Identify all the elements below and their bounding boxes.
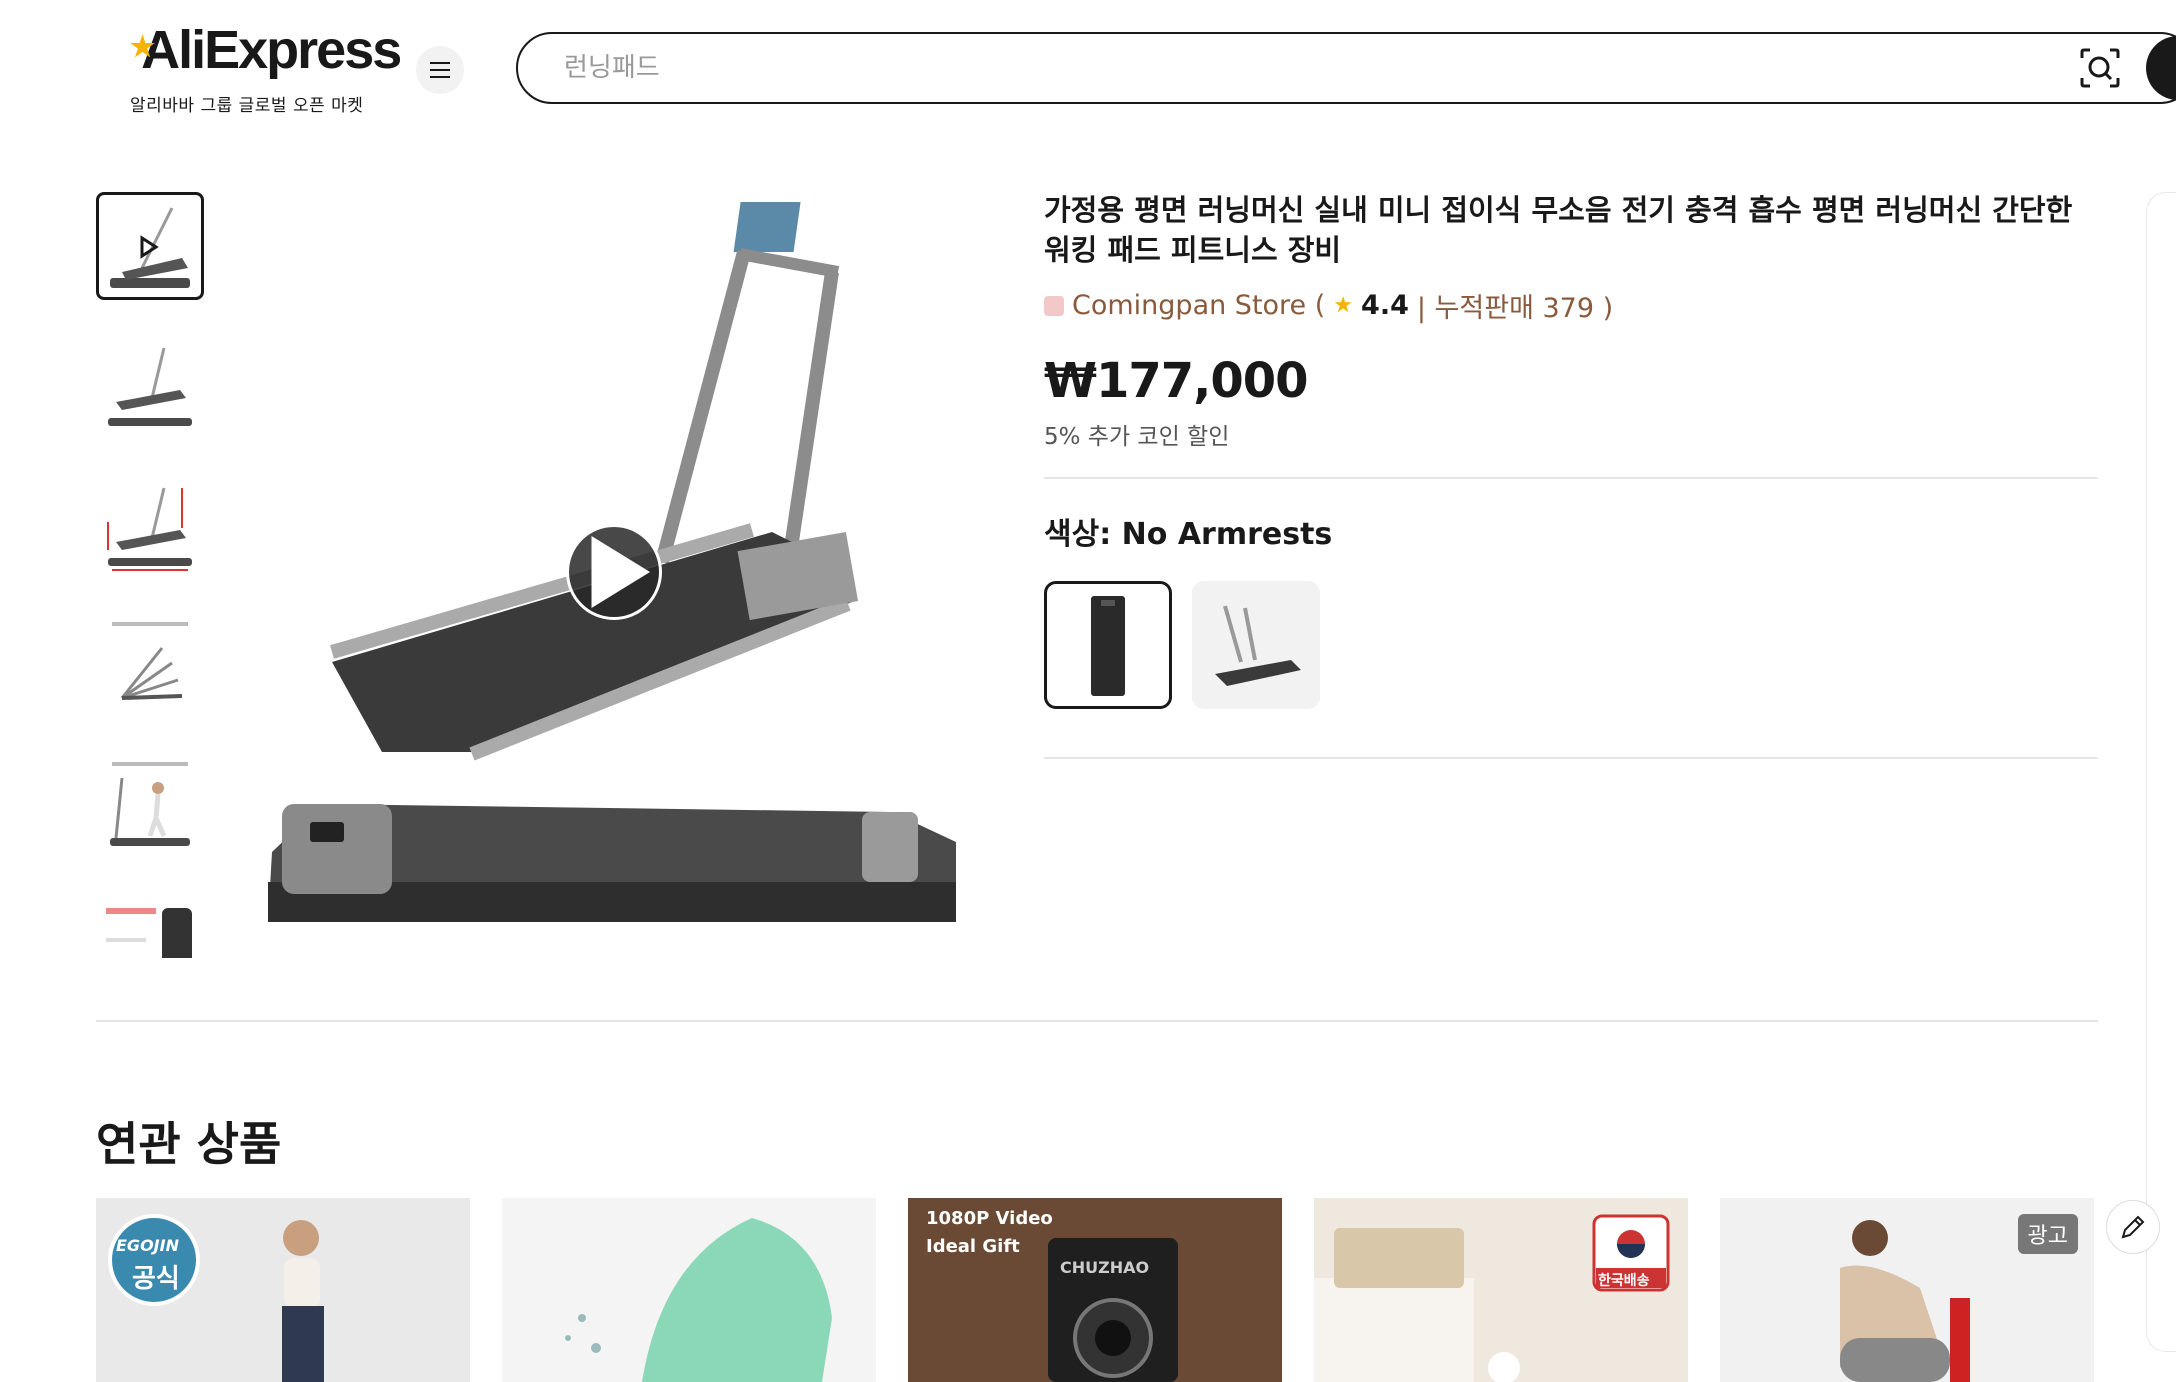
hamburger-menu-icon[interactable] bbox=[416, 46, 464, 94]
image-search-icon[interactable] bbox=[2078, 46, 2122, 90]
coin-discount: 5% 추가 코인 할인 bbox=[1044, 424, 1230, 450]
edit-icon[interactable] bbox=[2106, 1200, 2160, 1254]
related-product-card[interactable]: 1080P Video Ideal Gift CHUZHAO bbox=[908, 1198, 1282, 1382]
camera-brand: CHUZHAO bbox=[1060, 1258, 1150, 1277]
person-walking-thumb bbox=[110, 762, 190, 846]
treadmill-dimensions-thumb bbox=[107, 487, 192, 571]
thumbnail-6[interactable] bbox=[96, 892, 204, 958]
search-bar bbox=[516, 32, 2176, 104]
thumbnail-2[interactable] bbox=[96, 332, 204, 440]
header: ★AliExpress 알리바바 그룹 글로벌 오픈 마켓 bbox=[0, 0, 2176, 140]
divider bbox=[1044, 477, 2098, 479]
promo-line-2: Ideal Gift bbox=[926, 1236, 1020, 1257]
thumbnail-list bbox=[96, 192, 206, 958]
divider bbox=[1044, 757, 2098, 759]
store-icon bbox=[1044, 295, 1064, 316]
treadmill-swatch bbox=[1215, 605, 1301, 686]
brand-badge-name: EGOJIN bbox=[116, 1236, 179, 1255]
store-sales: | 누적판매 379 ) bbox=[1416, 293, 1614, 324]
side-panel bbox=[2146, 192, 2176, 1352]
play-video-icon[interactable] bbox=[566, 524, 662, 620]
swatch-no-armrests[interactable] bbox=[1044, 581, 1172, 709]
color-value: No Armrests bbox=[1121, 517, 1333, 552]
logo-text: AliExpress bbox=[141, 20, 402, 80]
rating-star-icon: ★ bbox=[1333, 293, 1354, 318]
ad-badge: 광고 bbox=[2017, 1214, 2078, 1254]
thumbnail-3[interactable] bbox=[96, 472, 204, 580]
store-link[interactable]: Comingpan Store ( ★ 4.4 | 누적판매 379 ) bbox=[1044, 286, 2098, 325]
thumbnail-video[interactable] bbox=[96, 192, 204, 300]
related-product-card[interactable]: EGOJIN 공식 bbox=[96, 1198, 470, 1382]
folding-steps-thumb bbox=[112, 622, 188, 700]
logo-subtitle: 알리바바 그룹 글로벌 오픈 마켓 bbox=[130, 96, 364, 116]
store-rating: 4.4 bbox=[1361, 290, 1409, 321]
store-name: Comingpan Store ( bbox=[1072, 290, 1326, 321]
section-divider bbox=[96, 1020, 2098, 1022]
related-product-card[interactable]: 광고 bbox=[1720, 1198, 2094, 1382]
color-label: 색상: No Armrests bbox=[1044, 517, 1333, 552]
logo-star-icon: ★ bbox=[130, 31, 155, 62]
treadmill-thumb-image bbox=[110, 207, 190, 288]
thumbnail-5[interactable] bbox=[96, 752, 204, 860]
specs-thumb bbox=[106, 908, 192, 958]
promo-line-1: 1080P Video bbox=[926, 1208, 1053, 1229]
swatch-with-handle[interactable] bbox=[1192, 581, 1320, 709]
color-swatches bbox=[1044, 581, 2098, 709]
related-product-card[interactable]: 한국배송 bbox=[1314, 1198, 1688, 1382]
search-input[interactable] bbox=[564, 46, 2064, 90]
product-image bbox=[1314, 1198, 1688, 1382]
product-info: 가정용 평면 러닝머신 실내 미니 접이식 무소음 전기 충격 흡수 평면 러닝… bbox=[1044, 190, 2098, 759]
product-image bbox=[502, 1198, 876, 1382]
related-products-list: EGOJIN 공식 1080P Video Ideal Gift CHUZHAO bbox=[96, 1198, 2098, 1382]
treadmill-thumb-image bbox=[108, 347, 192, 426]
related-product-card[interactable] bbox=[502, 1198, 876, 1382]
thumbnail-4[interactable] bbox=[96, 612, 204, 720]
korea-shipping-badge: 한국배송 bbox=[1598, 1273, 1650, 1289]
related-products-title: 연관 상품 bbox=[96, 1117, 282, 1171]
brand-badge-official: 공식 bbox=[132, 1264, 180, 1294]
main-product-image[interactable] bbox=[232, 192, 996, 958]
aliexpress-logo[interactable]: ★AliExpress 알리바바 그룹 글로벌 오픈 마켓 bbox=[130, 22, 402, 116]
folded-treadmill-swatch bbox=[1091, 596, 1125, 696]
product-price: ₩177,000 bbox=[1044, 353, 1309, 409]
product-title: 가정용 평면 러닝머신 실내 미니 접이식 무소음 전기 충격 흡수 평면 러닝… bbox=[1044, 193, 2073, 267]
